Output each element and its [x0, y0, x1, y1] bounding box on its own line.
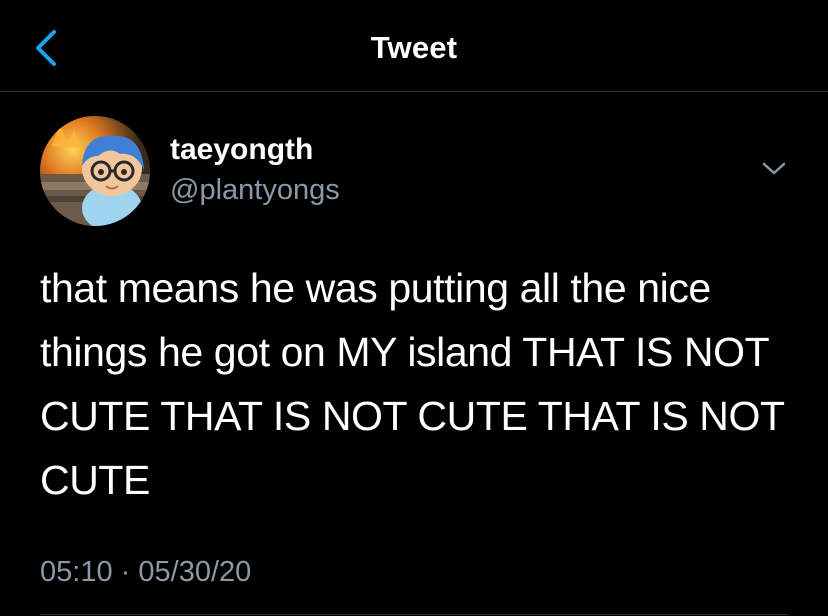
chevron-down-icon: [762, 162, 786, 175]
page-title: Tweet: [370, 30, 458, 65]
tweet-timestamp: 05:10 · 05/30/20: [40, 556, 251, 589]
display-name[interactable]: taeyongth: [170, 133, 313, 167]
avatar-image: [40, 116, 150, 226]
timestamp-separator: ·: [120, 556, 131, 588]
divider: [40, 614, 788, 615]
avatar[interactable]: [40, 116, 150, 226]
tweet-time: 05:10: [40, 556, 113, 588]
tweet-menu-button[interactable]: [758, 158, 790, 180]
tweet-text: that means he was putting all the nice t…: [40, 265, 795, 503]
user-handle[interactable]: @plantyongs: [170, 174, 340, 207]
tweet-date: 05/30/20: [138, 556, 252, 588]
top-nav-bar: Tweet: [0, 0, 828, 92]
